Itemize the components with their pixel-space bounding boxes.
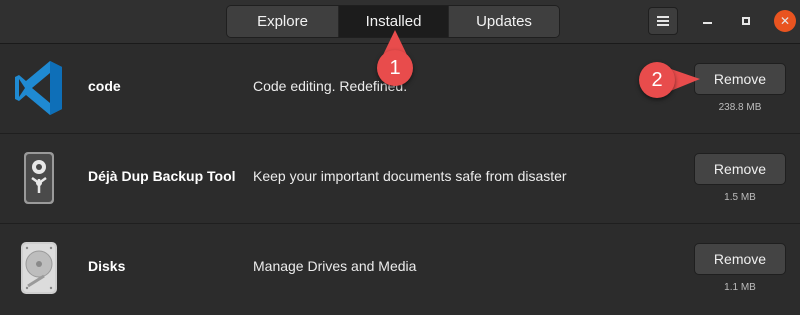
minimize-icon [702, 22, 712, 24]
view-switcher: Explore Installed Updates [226, 5, 560, 38]
close-button[interactable]: ✕ [774, 10, 796, 32]
maximize-button[interactable] [735, 10, 757, 32]
app-summary: Keep your important documents safe from … [253, 168, 567, 184]
header-bar: Explore Installed Updates ✕ [0, 0, 800, 44]
app-size: 1.5 MB [724, 192, 756, 203]
close-icon: ✕ [779, 14, 791, 28]
tab-installed[interactable]: Installed [339, 6, 449, 37]
list-item[interactable]: Disks Manage Drives and Media Remove 1.1… [0, 224, 800, 315]
tab-updates[interactable]: Updates [449, 6, 559, 37]
hamburger-menu-icon [657, 16, 669, 26]
annotation-callout-2: 2 [639, 62, 675, 98]
minimize-button[interactable] [696, 10, 718, 32]
maximize-icon [742, 17, 750, 25]
app-size: 1.1 MB [724, 282, 756, 293]
remove-button[interactable]: Remove [694, 243, 786, 275]
annotation-callout-1: 1 [377, 50, 413, 86]
remove-button[interactable]: Remove [694, 153, 786, 185]
remove-button[interactable]: Remove [694, 63, 786, 95]
app-name: Disks [88, 258, 126, 274]
app-name: code [88, 78, 121, 94]
tab-explore[interactable]: Explore [227, 6, 339, 37]
main-menu-button[interactable] [648, 7, 678, 35]
app-summary: Manage Drives and Media [253, 258, 417, 274]
deja-dup-icon [24, 152, 54, 204]
app-size: 238.8 MB [718, 102, 762, 113]
disks-icon [21, 242, 57, 294]
vscode-icon [15, 61, 62, 115]
app-name: Déjà Dup Backup Tool [88, 168, 236, 184]
list-item[interactable]: Déjà Dup Backup Tool Keep your important… [0, 134, 800, 224]
